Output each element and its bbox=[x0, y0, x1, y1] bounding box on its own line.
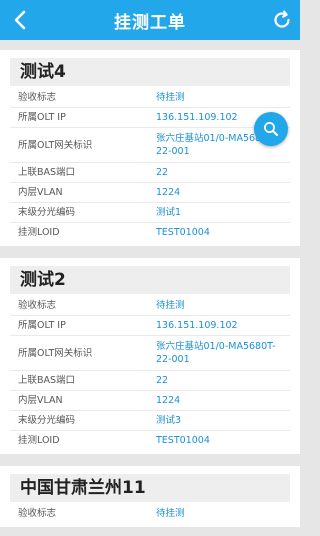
field-value: 1224 bbox=[156, 187, 181, 198]
list-item: 所属OLT IP 136.151.109.102 bbox=[10, 316, 290, 336]
field-label: 验收标志 bbox=[18, 300, 57, 311]
field-label: 末级分光编码 bbox=[18, 415, 76, 426]
field-value: 22 bbox=[156, 375, 169, 386]
list-item: 内层VLAN 1224 bbox=[10, 391, 290, 411]
field-value: 待挂测 bbox=[156, 92, 185, 103]
refresh-button[interactable] bbox=[270, 8, 294, 32]
search-icon bbox=[264, 122, 278, 136]
list-item: 所属OLT网关标识 张六庄基站01/0-MA5680T-22-001 bbox=[10, 128, 290, 163]
chevron-left-icon bbox=[14, 10, 26, 30]
field-label: 上联BAS端口 bbox=[18, 375, 76, 386]
field-label: 验收标志 bbox=[18, 92, 57, 103]
card-title: 测试4 bbox=[10, 58, 290, 86]
field-label: 验收标志 bbox=[18, 508, 57, 519]
refresh-icon bbox=[274, 10, 290, 28]
list-item: 内层VLAN 1224 bbox=[10, 183, 290, 203]
page-title: 挂测工单 bbox=[114, 12, 186, 33]
list-item: 所属OLT网关标识 张六庄基站01/0-MA5680T-22-001 bbox=[10, 336, 290, 371]
field-value: 张六庄基站01/0-MA5680T-22-001 bbox=[156, 341, 276, 365]
card-title: 中国甘肃兰州11 bbox=[10, 474, 290, 502]
field-label: 所属OLT网关标识 bbox=[18, 347, 93, 359]
search-button[interactable] bbox=[254, 112, 288, 146]
field-label: 内层VLAN bbox=[18, 395, 63, 406]
field-value: 待挂测 bbox=[156, 300, 185, 311]
list-item: 上联BAS端口 22 bbox=[10, 163, 290, 183]
list-item: 验收标志 待挂测 bbox=[10, 88, 290, 108]
field-value: TEST01004 bbox=[156, 435, 210, 446]
field-value: 待挂测 bbox=[156, 508, 185, 519]
field-value: 测试3 bbox=[156, 415, 182, 426]
list-item: 末级分光编码 测试1 bbox=[10, 203, 290, 223]
field-label: 挂测LOID bbox=[18, 227, 60, 238]
list-item: 挂测LOID TEST01004 bbox=[10, 431, 290, 450]
work-order-card[interactable]: 测试4 验收标志 待挂测 所属OLT IP 136.151.109.102 所属OL… bbox=[0, 50, 300, 246]
list-item: 末级分光编码 测试3 bbox=[10, 411, 290, 431]
list-item: 上联BAS端口 22 bbox=[10, 371, 290, 391]
list-item: 验收标志 待挂测 bbox=[10, 296, 290, 316]
field-label: 上联BAS端口 bbox=[18, 167, 76, 178]
card-title: 测试2 bbox=[10, 266, 290, 294]
field-value: 1224 bbox=[156, 395, 181, 406]
field-value: TEST01004 bbox=[156, 227, 210, 238]
field-value: 测试1 bbox=[156, 207, 182, 218]
field-label: 所属OLT网关标识 bbox=[18, 139, 93, 151]
field-label: 末级分光编码 bbox=[18, 207, 76, 218]
field-value: 22 bbox=[156, 167, 169, 178]
field-label: 所属OLT IP bbox=[18, 112, 66, 123]
field-value: 136.151.109.102 bbox=[156, 320, 238, 331]
list-item: 所属OLT IP 136.151.109.102 bbox=[10, 108, 290, 128]
app-header: 挂测工单 bbox=[0, 0, 300, 40]
work-order-card[interactable]: 中国甘肃兰州11 验收标志 待挂测 bbox=[0, 466, 300, 527]
list-item: 挂测LOID TEST01004 bbox=[10, 223, 290, 242]
field-label: 内层VLAN bbox=[18, 187, 63, 198]
work-order-card[interactable]: 测试2 验收标志 待挂测 所属OLT IP 136.151.109.102 所属OL… bbox=[0, 258, 300, 454]
field-label: 挂测LOID bbox=[18, 435, 60, 446]
work-order-list[interactable]: 测试4 验收标志 待挂测 所属OLT IP 136.151.109.102 所属OL… bbox=[0, 40, 300, 536]
list-item: 验收标志 待挂测 bbox=[10, 504, 290, 523]
field-label: 所属OLT IP bbox=[18, 320, 66, 331]
back-button[interactable] bbox=[8, 8, 32, 32]
